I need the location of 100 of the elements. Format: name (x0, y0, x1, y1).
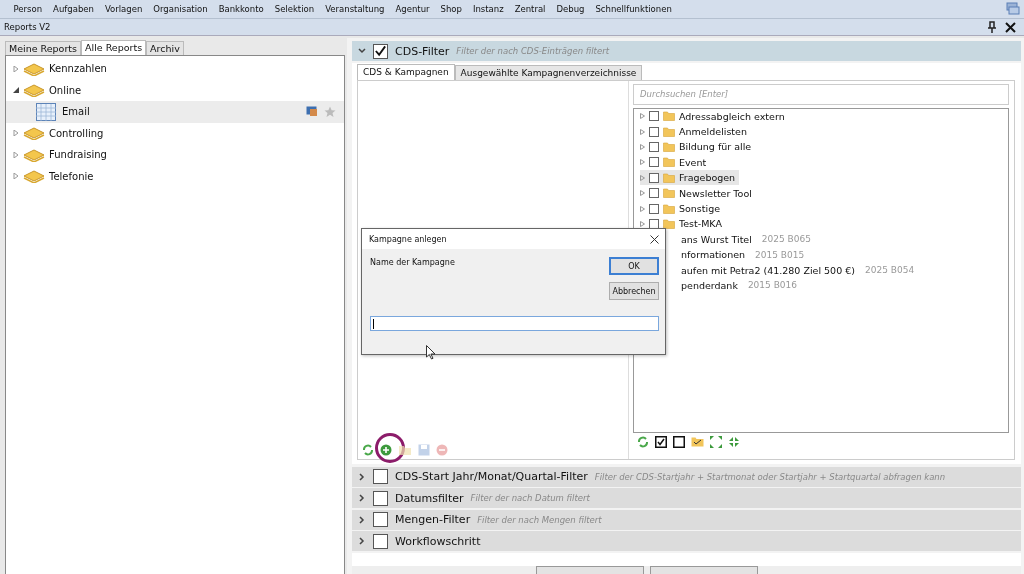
checkbox[interactable] (373, 512, 388, 527)
chevron-icon[interactable] (358, 494, 366, 502)
tree-item[interactable]: ans Wurst Titel (681, 233, 754, 245)
tree-item[interactable]: Event (679, 156, 709, 168)
folder-icon[interactable] (398, 443, 412, 456)
checkbox[interactable] (649, 157, 659, 168)
chevron-icon[interactable] (358, 472, 366, 481)
dialog-title: Kampagne anlegen (369, 234, 447, 244)
tree-item[interactable]: Fundraising (49, 149, 107, 161)
chevron-icon[interactable] (358, 537, 366, 545)
folder-icon (663, 203, 675, 214)
filter-title: Datumsfilter (395, 491, 464, 505)
checkbox[interactable] (373, 43, 388, 59)
tree-item-row[interactable]: Test-MKA (640, 216, 726, 232)
close-icon[interactable] (650, 234, 659, 244)
tab[interactable]: CDS & Kampagnen (357, 63, 455, 80)
tree-item[interactable]: Bildung für alle (679, 141, 754, 153)
tree-item-row[interactable]: Fragebogen (640, 170, 740, 186)
filter-title: CDS-Filter (395, 44, 450, 58)
checkbox[interactable] (649, 188, 659, 199)
prompt-label: Name der Kampagne (370, 258, 455, 269)
windows-icon[interactable] (1006, 2, 1020, 16)
close-icon[interactable] (1005, 21, 1016, 33)
menu-item[interactable]: Instanz (467, 4, 510, 14)
tree-item-row[interactable]: Email (6, 101, 344, 123)
menu-item[interactable]: Selektion (269, 4, 320, 14)
tab[interactable]: Meine Reports (5, 41, 81, 55)
tree-item[interactable]: Adressabgleich extern (679, 110, 787, 122)
filter-title: Mengen-Filter (395, 513, 471, 526)
checkbox[interactable] (649, 141, 659, 152)
menu-item[interactable]: Veranstaltung (319, 4, 390, 14)
checkbox[interactable] (649, 126, 659, 137)
input-field[interactable] (370, 316, 659, 331)
folder-icon (663, 126, 675, 137)
tree-item[interactable]: aufen mit Petra2 (41.280 Ziel 500 €) (681, 264, 857, 276)
campaign-code: 2015 B015 (755, 249, 805, 260)
expand-icon[interactable] (710, 435, 722, 448)
refresh-icon[interactable] (637, 435, 649, 448)
checkbox[interactable] (373, 490, 388, 506)
folder-icon (663, 188, 675, 199)
filter-description: Filter der nach Mengen filtert (477, 514, 602, 525)
menu-item[interactable]: Shop (435, 4, 468, 14)
menu-item[interactable]: Aufgaben (47, 4, 100, 14)
checkbox[interactable] (373, 469, 388, 484)
filter-title: CDS-Start Jahr/Monat/Quartal-Filter (395, 470, 588, 483)
collapse-icon[interactable] (728, 435, 740, 448)
checkbox[interactable] (649, 203, 659, 214)
refresh-icon[interactable] (362, 443, 374, 456)
checkbox[interactable] (373, 533, 388, 549)
tree-item[interactable]: Telefonie (49, 170, 94, 182)
menu-item[interactable]: Schnellfunktionen (589, 4, 678, 14)
cancel-button[interactable]: Abbrechen (609, 282, 659, 300)
campaign-code: 2015 B016 (747, 280, 797, 291)
star-icon[interactable] (324, 105, 336, 118)
ok-button[interactable]: OK (609, 257, 659, 275)
folder-icon (663, 111, 675, 122)
tree-item[interactable]: Fragebogen (679, 172, 738, 184)
checkbox[interactable] (649, 172, 659, 183)
menu-item[interactable]: Debug (550, 4, 590, 14)
tab[interactable]: Alle Reports (81, 40, 147, 55)
tree-item[interactable]: nformationen (681, 249, 748, 261)
tree-item[interactable]: Kennzahlen (49, 63, 107, 75)
menu-item[interactable]: Zentral (509, 4, 551, 14)
campaign-code: 2025 B054 (865, 265, 915, 276)
tree-item[interactable]: Newsletter Tool (679, 187, 754, 199)
tree-item[interactable]: Email (62, 106, 90, 118)
menu-item[interactable]: Person (8, 4, 48, 14)
tree-item[interactable]: Anmeldelisten (679, 126, 749, 138)
search-field[interactable]: Durchsuchen [Enter] (633, 83, 1009, 105)
tree-item[interactable]: penderdank (681, 280, 740, 291)
checkbox[interactable] (649, 218, 659, 229)
tree-item-row[interactable]: Sonstige (640, 200, 725, 217)
chevron-icon[interactable] (358, 515, 366, 524)
tree-item[interactable]: Controlling (49, 127, 104, 139)
menu-item[interactable]: Vorlagen (99, 4, 148, 14)
menu-item[interactable]: Bankkonto (213, 4, 270, 14)
folder-icon (23, 169, 45, 184)
tab[interactable]: Archiv (146, 41, 184, 55)
tab[interactable]: Ausgewählte Kampagnenverzeichnisse (454, 64, 643, 80)
checkbox[interactable] (649, 111, 659, 122)
add-icon[interactable] (380, 443, 392, 456)
check-all-icon[interactable] (655, 435, 667, 448)
search-input[interactable]: Durchsuchen [Enter] (634, 88, 1008, 100)
tree-item[interactable]: Test-MKA (679, 218, 724, 230)
tree-item-row[interactable]: Anmeldelisten (640, 123, 751, 140)
tree-item[interactable]: Sonstige (679, 203, 723, 215)
filter-title: Workflowschritt (395, 534, 481, 548)
uncheck-all-icon[interactable] (673, 435, 685, 448)
expander-icon[interactable] (13, 87, 19, 94)
menu-item[interactable]: Agentur (389, 4, 435, 14)
menu-item[interactable]: Organisation (147, 4, 214, 14)
pin-icon[interactable] (987, 21, 997, 33)
tree-item-row[interactable]: Event (640, 154, 711, 171)
report-icon[interactable] (306, 106, 318, 118)
tree-item-row[interactable]: Adressabgleich extern (640, 108, 789, 124)
chevron-icon[interactable] (358, 48, 366, 54)
folder-check-icon[interactable] (691, 436, 704, 447)
tree-item[interactable]: Online (49, 84, 82, 96)
tree-item-row[interactable]: Newsletter Tool (640, 185, 756, 201)
tree-item-row[interactable]: Bildung für alle (640, 139, 756, 155)
